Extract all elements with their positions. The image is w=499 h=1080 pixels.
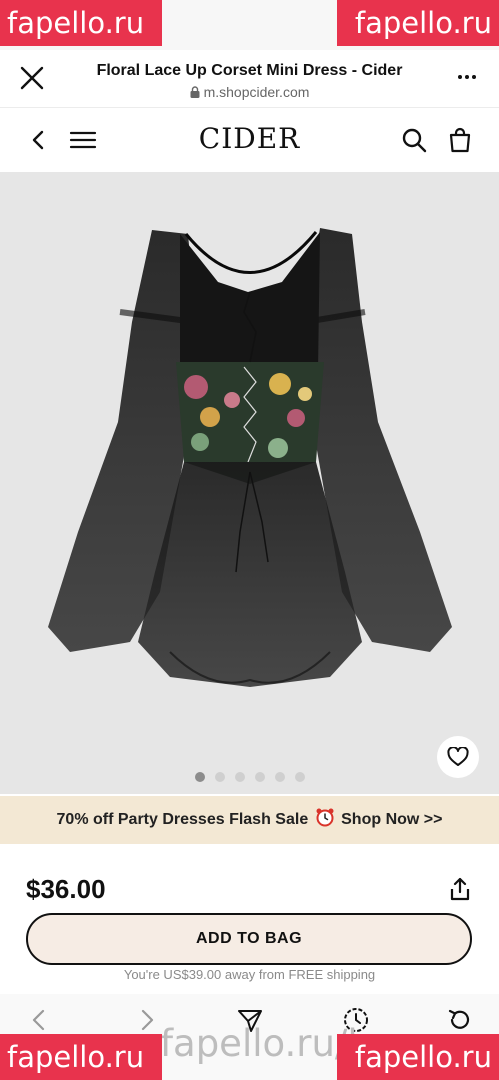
promo-link[interactable]: Shop Now >> [341, 811, 442, 828]
shipping-note: You're US$39.00 away from FREE shipping [123, 967, 376, 982]
carousel-dot[interactable] [274, 772, 285, 782]
watermark: fapello.ru [0, 1034, 162, 1080]
reload-icon[interactable] [446, 1006, 474, 1034]
product-gallery[interactable] [0, 172, 499, 794]
watermark: fapello.ru [337, 0, 499, 46]
url-text: m.shopcider.com [203, 84, 310, 100]
browser-bar: Floral Lace Up Corset Mini Dress - Cider… [0, 50, 499, 108]
alarm-clock-icon [316, 808, 334, 827]
page-url[interactable]: m.shopcider.com [60, 84, 439, 100]
promo-banner[interactable]: 70% off Party Dresses Flash Sale Shop No… [0, 796, 499, 844]
carousel-dots [0, 769, 499, 782]
share-icon[interactable] [447, 876, 473, 902]
carousel-dot[interactable] [294, 772, 305, 782]
page-title: Floral Lace Up Corset Mini Dress - Cider [96, 62, 403, 79]
nav-forward-icon[interactable] [132, 1006, 160, 1034]
site-header: CIDER [0, 108, 499, 172]
watermark: fapello.ru [0, 0, 162, 46]
more-icon[interactable] [457, 72, 477, 82]
watermark: fapello.ru [337, 1034, 499, 1080]
nav-back-icon[interactable] [26, 1006, 54, 1034]
carousel-dot[interactable] [234, 772, 245, 782]
product-image[interactable] [0, 172, 499, 794]
bag-icon[interactable] [445, 125, 475, 155]
add-to-bag-button[interactable]: ADD TO BAG [26, 913, 472, 965]
promo-text: 70% off Party Dresses Flash Sale [56, 811, 309, 828]
carousel-dot[interactable] [214, 772, 225, 782]
search-icon[interactable] [399, 125, 429, 155]
carousel-dot[interactable] [194, 772, 205, 782]
carousel-dot[interactable] [254, 772, 265, 782]
close-icon[interactable] [18, 64, 46, 92]
heart-icon [447, 747, 469, 766]
favorite-button[interactable] [437, 736, 479, 778]
lock-icon [190, 86, 200, 98]
product-price: $36.00 [26, 874, 106, 904]
